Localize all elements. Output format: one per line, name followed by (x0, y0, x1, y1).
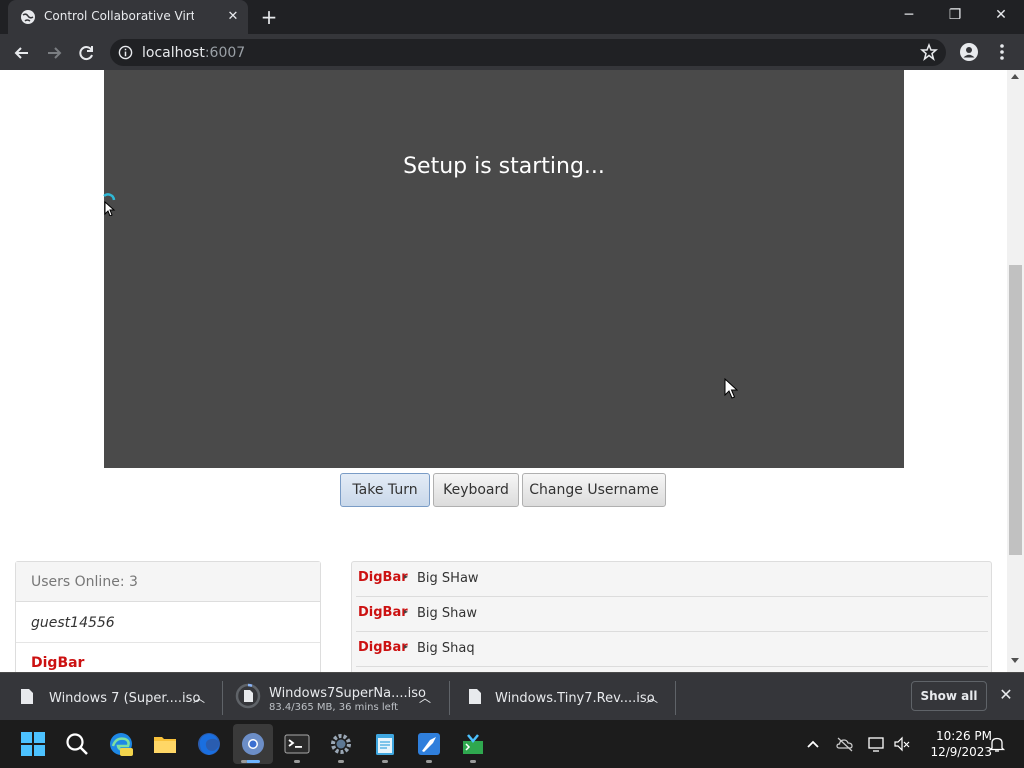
users-online-panel: Users Online: 3 guest14556 DigBar (15, 561, 321, 672)
download-filename: Windows7SuperNa....iso (269, 686, 426, 701)
user-list-item[interactable]: guest14556 (16, 603, 320, 643)
busy-cursor-icon (103, 193, 116, 216)
edge-icon[interactable] (108, 731, 134, 757)
scrollbar-thumb[interactable] (1009, 265, 1022, 555)
browser-tab[interactable]: Control Collaborative Virtual Machine ✕ (8, 0, 248, 34)
reload-icon[interactable] (75, 42, 97, 64)
chat-text: Big Shaq (417, 641, 475, 656)
onedrive-icon[interactable] (836, 735, 854, 753)
download-progress-text: 83.4/365 MB, 36 mins left (269, 702, 399, 713)
chat-panel: DigBar ▸ Big SHaw DigBar ▸ Big Shaw DigB… (351, 561, 992, 672)
change-username-button[interactable]: Change Username (522, 473, 666, 507)
take-turn-button[interactable]: Take Turn (340, 473, 430, 507)
user-name: guest14556 (31, 615, 115, 631)
running-indicator (470, 760, 476, 763)
downloads-bar: Windows 7 (Super....iso ︿ Windows7SuperN… (0, 672, 1024, 720)
chrome-icon[interactable] (240, 731, 266, 757)
chrome-active-indicator (246, 760, 260, 763)
search-icon[interactable] (64, 731, 90, 757)
url-port: :6007 (204, 45, 246, 61)
url-host: localhost (142, 45, 205, 61)
running-indicator (294, 760, 300, 763)
close-downloads-icon[interactable]: ✕ (996, 685, 1016, 705)
chat-username[interactable]: DigBar (358, 570, 408, 585)
keyboard-button[interactable]: Keyboard (433, 473, 519, 507)
scroll-up-icon[interactable] (1011, 74, 1019, 79)
chat-text: Big SHaw (417, 571, 479, 586)
chat-arrow-icon: ▸ (404, 572, 409, 581)
clock-time[interactable]: 10:26 PM (920, 729, 992, 743)
file-icon (469, 689, 481, 704)
running-indicator (382, 760, 388, 763)
mouse-cursor-icon (724, 378, 738, 399)
chat-username[interactable]: DigBar (358, 640, 408, 655)
running-indicator (426, 760, 432, 763)
chevron-up-icon[interactable]: ︿ (193, 689, 205, 706)
running-indicator (241, 760, 247, 763)
network-icon[interactable] (867, 735, 885, 753)
window-close-button[interactable]: ✕ (978, 0, 1024, 30)
forward-arrow-icon[interactable] (43, 42, 65, 64)
volume-muted-icon[interactable] (893, 735, 911, 753)
users-online-count: Users Online: 3 (31, 574, 138, 590)
terminal-icon[interactable] (284, 731, 310, 757)
download-progress-icon (235, 683, 261, 709)
chat-arrow-icon: ▸ (404, 607, 409, 616)
chat-text: Big Shaw (417, 606, 478, 621)
minimize-button[interactable]: ─ (886, 0, 932, 30)
download-separator (675, 681, 676, 715)
firefox-icon[interactable] (196, 731, 222, 757)
file-explorer-icon[interactable] (152, 731, 178, 757)
download-item[interactable]: Windows 7 (Super....iso ︿ (0, 673, 222, 721)
back-arrow-icon[interactable] (11, 42, 33, 64)
user-list-item[interactable]: DigBar (16, 643, 320, 672)
file-icon (21, 689, 33, 704)
vm-setup-text: Setup is starting... (403, 154, 605, 179)
chat-message: DigBar ▸ Big SHaw (356, 562, 988, 597)
clock-date[interactable]: 12/9/2023 (920, 745, 992, 759)
chevron-up-icon[interactable]: ︿ (419, 689, 431, 706)
bookmark-star-icon[interactable] (920, 43, 938, 61)
download-filename: Windows 7 (Super....iso (49, 691, 201, 706)
tab-title: Control Collaborative Virtual Machine (44, 9, 194, 23)
installer-icon[interactable] (460, 731, 486, 757)
page-scrollbar[interactable] (1007, 70, 1024, 672)
user-name: DigBar (31, 655, 85, 671)
profile-icon[interactable] (959, 42, 979, 62)
url-text: localhost:6007 (142, 44, 245, 62)
info-icon[interactable] (118, 45, 133, 60)
chat-message: DigBar ▸ Big Shaq (356, 632, 988, 667)
page-viewport: Setup is starting... Take Turn Keyboard … (0, 70, 1024, 672)
chat-username[interactable]: DigBar (358, 605, 408, 620)
start-icon[interactable] (20, 731, 46, 757)
paint-icon[interactable] (416, 731, 442, 757)
scroll-down-icon[interactable] (1011, 658, 1019, 663)
running-indicator (338, 760, 344, 763)
users-online-header: Users Online: 3 (16, 562, 320, 602)
chat-arrow-icon: ▸ (404, 642, 409, 651)
download-filename: Windows.Tiny7.Rev....iso (495, 691, 655, 706)
vm-screen[interactable]: Setup is starting... (104, 70, 904, 468)
download-item[interactable]: Windows.Tiny7.Rev....iso ︿ (450, 673, 675, 721)
browser-tab-bar: Control Collaborative Virtual Machine ✕ … (0, 0, 1024, 34)
menu-kebab-icon[interactable] (994, 42, 1010, 62)
show-all-button[interactable]: Show all (911, 681, 987, 711)
notification-bell-icon[interactable] (988, 735, 1006, 753)
settings-icon[interactable] (328, 731, 354, 757)
download-item[interactable]: Windows7SuperNa....iso 83.4/365 MB, 36 m… (223, 673, 449, 721)
tab-close-icon[interactable]: ✕ (224, 8, 242, 26)
new-tab-button[interactable]: + (258, 6, 280, 28)
chat-message: DigBar ▸ Big Shaw (356, 597, 988, 632)
globe-icon (21, 10, 35, 24)
notepad-icon[interactable] (372, 731, 398, 757)
restore-button[interactable]: ❐ (932, 0, 978, 30)
chevron-up-icon[interactable]: ︿ (646, 689, 658, 706)
tray-chevron-up-icon[interactable] (804, 735, 822, 753)
